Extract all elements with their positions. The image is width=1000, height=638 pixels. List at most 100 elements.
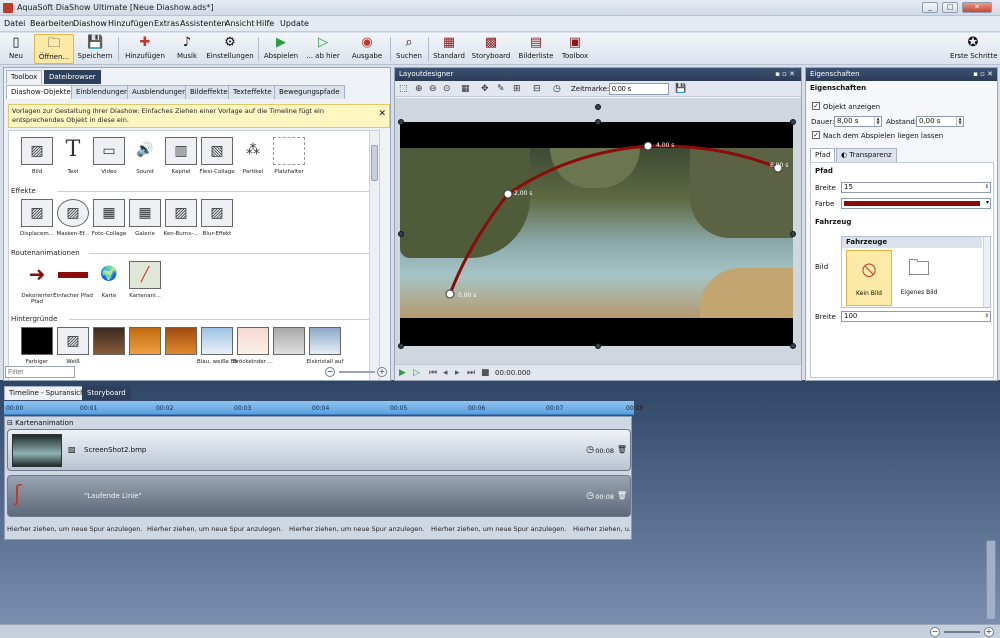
select-frame-icon[interactable]: ⬚: [399, 84, 408, 94]
output-button[interactable]: ◉ Ausgabe: [348, 34, 386, 64]
tab-pfad[interactable]: Pfad: [810, 148, 836, 162]
zeitmarke-input[interactable]: [609, 83, 669, 95]
spinner-arrows-icon[interactable]: ▲ ▼: [874, 117, 881, 126]
tab-bewegungspfade[interactable]: Bewegungspfade: [274, 85, 345, 99]
menu-bearbeiten[interactable]: Bearbeiten: [30, 19, 74, 28]
add-button[interactable]: ✚ Hinzufügen: [124, 34, 166, 64]
timeline-ruler[interactable]: 00:00 00:01 00:02 00:03 00:04 00:05 00:0…: [4, 401, 643, 415]
play-icon[interactable]: ▶: [399, 368, 406, 378]
resize-handle[interactable]: [790, 119, 796, 125]
drop-zone-hint[interactable]: Hierher ziehen, um neue Spur anzulegen.: [289, 525, 424, 533]
open-button[interactable]: 🗀 Öffnen...: [34, 34, 74, 64]
rotate-handle[interactable]: [595, 104, 601, 110]
first-steps-button[interactable]: ✪ Erste Schritte: [950, 34, 998, 64]
panel-close-icon[interactable]: ▪ ▫ ✕: [973, 68, 993, 81]
menu-hinzufuegen[interactable]: Hinzufügen: [108, 19, 154, 28]
minimize-button[interactable]: _: [922, 2, 938, 13]
path-color-picker[interactable]: ▾: [841, 198, 991, 209]
trash-icon[interactable]: 🗑: [617, 445, 627, 454]
tab-bildeffekte[interactable]: Bildeffekte: [185, 85, 233, 99]
tab-einblendungen[interactable]: Einblendungen: [71, 85, 134, 99]
background-farbiger[interactable]: Farbiger: [17, 327, 57, 366]
resize-handle[interactable]: [790, 231, 796, 237]
tab-transparenz[interactable]: ◐ Transparenz: [836, 148, 897, 162]
tab-storyboard[interactable]: Storyboard: [82, 386, 131, 400]
background-broeckelnder[interactable]: [269, 327, 309, 359]
skip-end-icon[interactable]: ⏭: [467, 368, 475, 378]
menu-diashow[interactable]: Diashow: [73, 19, 107, 28]
preview-canvas[interactable]: 0,00 s 2,00 s 4,00 s 6,00 s: [400, 122, 793, 346]
background-item[interactable]: [89, 327, 129, 359]
track-screenshot[interactable]: ▨ ScreenShot2.bmp ◷ 00:08 🗑: [7, 429, 631, 471]
spinner-arrows-icon[interactable]: ▲ ▼: [956, 117, 963, 126]
vehicle-width-input[interactable]: 100 ⇕: [841, 311, 991, 322]
align-icon[interactable]: ⊞: [513, 84, 521, 94]
drop-zone-hint[interactable]: Hierher ziehen, um neue Spur anzulegen.: [431, 525, 566, 533]
effect-ken-burns[interactable]: ▨ Ken-Burns-...: [161, 199, 201, 238]
filter-input[interactable]: [5, 366, 75, 378]
settings-button[interactable]: ⚙ Einstellungen: [206, 34, 254, 64]
skip-start-icon[interactable]: ⏮: [429, 368, 437, 378]
effect-galerie[interactable]: ▦ Galerie: [125, 199, 165, 238]
menu-extras[interactable]: Extras: [154, 19, 179, 28]
spinner-arrows-icon[interactable]: ⇕: [985, 183, 989, 192]
zoom-fit-icon[interactable]: ⊙: [443, 84, 451, 94]
timeline-vscrollbar[interactable]: [986, 540, 996, 620]
tab-ausblendungen[interactable]: Ausblendungen: [127, 85, 192, 99]
zoom-out-icon[interactable]: −: [325, 367, 335, 377]
close-icon[interactable]: ✕: [378, 110, 386, 119]
drop-zone-hint[interactable]: Hierher ziehen, um neue Spur anzulegen.: [7, 525, 142, 533]
background-item[interactable]: [161, 327, 201, 359]
background-item[interactable]: Bröckelnder ...: [233, 327, 273, 366]
stop-icon[interactable]: ■: [481, 368, 490, 378]
grid-icon[interactable]: ▦: [461, 84, 470, 94]
tab-toolbox[interactable]: Toolbox: [6, 70, 43, 84]
keep-after-play-checkbox[interactable]: ✓: [812, 131, 820, 139]
panel-close-icon[interactable]: ▪ ▫ ✕: [775, 68, 795, 81]
object-text[interactable]: T Text: [53, 137, 93, 176]
duration-input[interactable]: 8,00 s ▲ ▼: [834, 116, 882, 127]
toolbox-view-button[interactable]: ▣ Toolbox: [558, 34, 592, 64]
object-partikel[interactable]: ⁂ Partikel: [233, 137, 273, 176]
play-from-here-button[interactable]: ▷ ... ab hier: [302, 34, 344, 64]
menu-ansicht[interactable]: Ansicht: [225, 19, 255, 28]
zoom-out-icon[interactable]: −: [930, 627, 940, 637]
resize-handle[interactable]: [790, 343, 796, 349]
zoom-slider[interactable]: [339, 371, 375, 373]
music-button[interactable]: ♪ Musik: [170, 34, 204, 64]
resize-handle[interactable]: [595, 343, 601, 349]
effect-displacement[interactable]: ▨ Displacem...: [17, 199, 57, 238]
menu-datei[interactable]: Datei: [4, 19, 25, 28]
save-button[interactable]: 💾 Speichern: [76, 34, 114, 64]
effect-blur[interactable]: ▨ Blur-Effekt: [197, 199, 237, 238]
resize-handle[interactable]: [398, 119, 404, 125]
zoom-in-icon[interactable]: +: [984, 627, 994, 637]
spacing-input[interactable]: 0,00 s ▲ ▼: [916, 116, 964, 127]
trash-icon[interactable]: 🗑: [617, 491, 627, 500]
menu-update[interactable]: Update: [280, 19, 309, 28]
tab-texteffekte[interactable]: Texteffekte: [228, 85, 277, 99]
object-platzhalter[interactable]: Platzhalter: [269, 137, 309, 176]
timeline-zoom-slider[interactable]: [944, 631, 980, 633]
image-list-button[interactable]: ▤ Bilderliste: [516, 34, 556, 64]
distribute-icon[interactable]: ⊟: [533, 84, 541, 94]
save-icon[interactable]: 💾: [675, 84, 686, 94]
scrollbar-thumb[interactable]: [371, 145, 378, 181]
play-button[interactable]: ▶ Abspielen: [262, 34, 300, 64]
background-eiskristall[interactable]: Eiskristall auf: [305, 327, 345, 366]
spinner-arrows-icon[interactable]: ⇕: [985, 312, 989, 321]
object-kapitel[interactable]: ▥ Kapitel: [161, 137, 201, 176]
tab-diashow-objekte[interactable]: Diashow-Objekte: [6, 85, 76, 99]
path-width-input[interactable]: 15 ⇕: [841, 182, 991, 193]
object-bild[interactable]: ▨ Bild: [17, 137, 57, 176]
storyboard-view-button[interactable]: ▩ Storyboard: [470, 34, 512, 64]
tab-timeline-spuransicht[interactable]: Timeline - Spuransicht: [4, 386, 93, 400]
tab-dateibrowser[interactable]: Dateibrowser: [44, 70, 101, 84]
vehicle-scrollbar[interactable]: [983, 237, 990, 307]
effect-masken[interactable]: ▨ Masken-Ef...: [53, 199, 93, 238]
zoom-in-icon[interactable]: ⊕: [415, 84, 423, 94]
route-einfacher-pfad[interactable]: Einfacher Pfad: [53, 261, 93, 299]
gallery-scrollbar[interactable]: [369, 131, 379, 380]
drop-zone-hint[interactable]: Hierher ziehen, u...: [573, 525, 631, 533]
resize-handle[interactable]: [595, 119, 601, 125]
